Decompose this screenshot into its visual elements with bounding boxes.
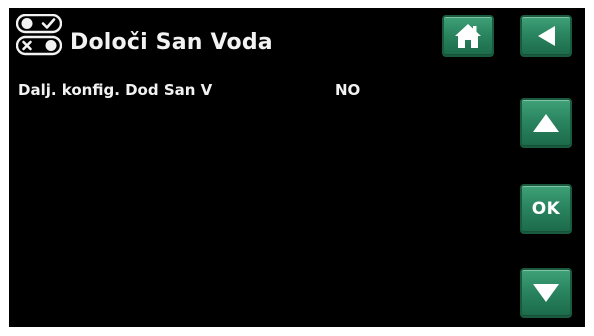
home-icon (453, 21, 483, 51)
setting-value: NO (335, 81, 361, 99)
page-title: Določi San Voda (70, 30, 273, 55)
down-arrow-icon (531, 282, 561, 304)
home-button[interactable] (442, 15, 494, 57)
back-button[interactable] (520, 15, 572, 57)
ok-label: OK (531, 199, 561, 219)
setting-row[interactable]: Dalj. konfig. Dod San V NO (18, 81, 398, 101)
back-arrow-icon (535, 24, 557, 48)
device-screen: Določi San Voda Dalj. konfig. Dod San V … (0, 0, 594, 336)
ok-button[interactable]: OK (520, 184, 572, 234)
scroll-up-button[interactable] (520, 98, 572, 148)
scroll-down-button[interactable] (520, 268, 572, 318)
up-arrow-icon (531, 112, 561, 134)
settings-toggle-icon (15, 13, 63, 56)
display-panel (9, 8, 585, 327)
setting-label: Dalj. konfig. Dod San V (18, 81, 213, 99)
